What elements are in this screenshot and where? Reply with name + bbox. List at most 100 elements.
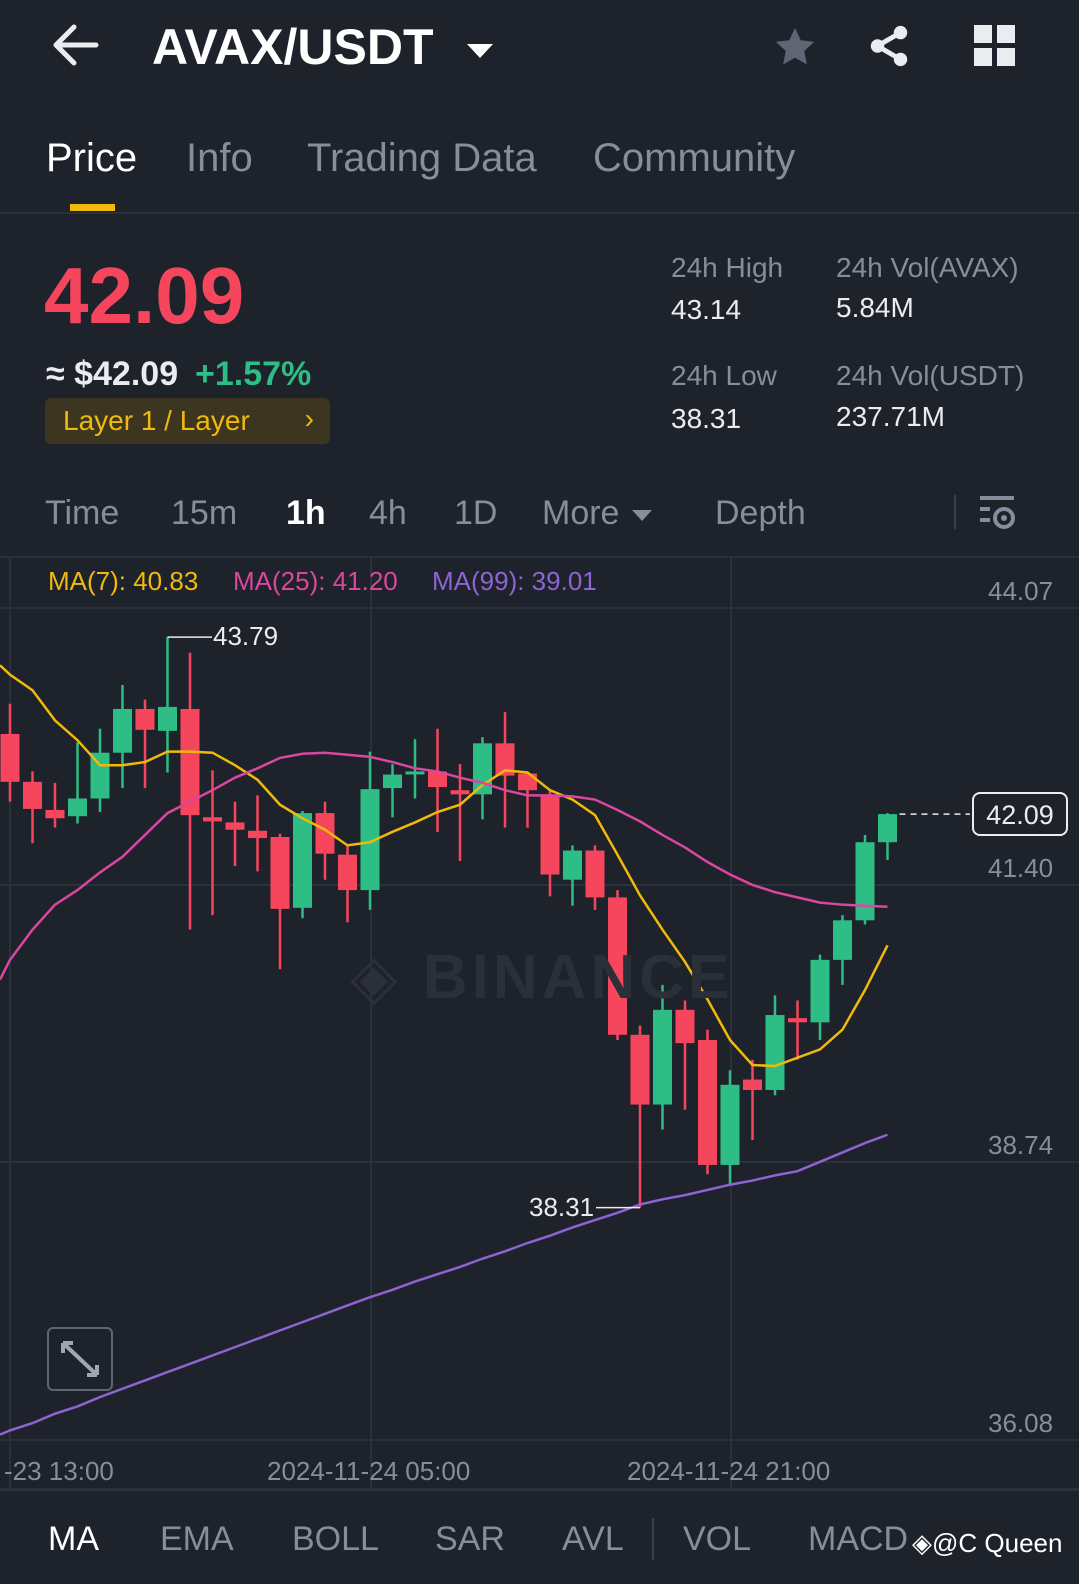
indicator-ema[interactable]: EMA bbox=[160, 1520, 234, 1559]
chevron-right-icon: › bbox=[304, 403, 314, 434]
y-tick: 41.40 bbox=[988, 853, 1054, 883]
candle-body bbox=[248, 830, 267, 839]
candle-body bbox=[338, 854, 357, 891]
ma99-legend: MA(99): 39.01 bbox=[432, 566, 597, 596]
interval-time[interactable]: Time bbox=[45, 494, 119, 533]
y-tick: 36.08 bbox=[988, 1408, 1054, 1438]
candle-body bbox=[68, 798, 87, 817]
x-tick: -23 13:00 bbox=[4, 1456, 114, 1486]
pair-title: AVAX/USDT bbox=[152, 19, 434, 75]
candle-body bbox=[675, 1009, 695, 1044]
category-tag-label: Layer 1 / Layer bbox=[63, 405, 250, 436]
candle-body bbox=[23, 781, 42, 809]
pair-selector[interactable]: AVAX/USDT bbox=[152, 18, 495, 76]
candle-body bbox=[225, 822, 245, 830]
active-tab-indicator bbox=[70, 204, 115, 211]
high-label: 24h High bbox=[671, 252, 784, 283]
candle-body bbox=[855, 842, 875, 921]
more-label: More bbox=[542, 494, 620, 532]
vol-quote-label: 24h Vol(USDT) bbox=[836, 360, 1025, 391]
candle-body bbox=[405, 771, 425, 775]
divider bbox=[0, 212, 1079, 214]
vol-base-value: 5.84M bbox=[836, 292, 914, 323]
usd-price: ≈ $42.09 bbox=[46, 355, 179, 393]
tab-info[interactable]: Info bbox=[186, 136, 253, 181]
expand-icon bbox=[61, 1341, 99, 1377]
category-tag[interactable]: Layer 1 / Layer › bbox=[45, 398, 330, 444]
candle-body bbox=[878, 814, 897, 843]
candle-body bbox=[788, 1018, 807, 1023]
candle-body bbox=[720, 1084, 740, 1165]
share-icon[interactable] bbox=[866, 22, 912, 70]
candle-body bbox=[450, 790, 470, 795]
candle-body bbox=[698, 1040, 717, 1165]
interval-15m[interactable]: 15m bbox=[171, 494, 237, 533]
caret-down-icon bbox=[632, 510, 653, 522]
candle-body bbox=[113, 708, 132, 753]
vol-quote-value: 237.71M bbox=[836, 401, 945, 432]
grid-menu-icon[interactable] bbox=[974, 25, 1016, 67]
interval-1d[interactable]: 1D bbox=[454, 494, 497, 533]
arrow-left-icon bbox=[53, 24, 99, 66]
x-tick: 2024-11-24 21:00 bbox=[627, 1456, 831, 1486]
candle-body bbox=[653, 1009, 672, 1105]
binance-watermark: ◈ BINANCE bbox=[350, 943, 734, 1012]
low-value: 38.31 bbox=[671, 403, 742, 434]
price-change: +1.57% bbox=[195, 355, 312, 393]
candle-body bbox=[833, 920, 852, 960]
ma99-line bbox=[0, 1133, 888, 1436]
candle-body bbox=[203, 817, 222, 822]
credit-watermark: ◈@C Queen bbox=[912, 1528, 1063, 1558]
candle-body bbox=[293, 813, 312, 908]
depth-tab[interactable]: Depth bbox=[715, 494, 806, 533]
y-tick: 38.74 bbox=[988, 1130, 1054, 1160]
indicator-boll[interactable]: BOLL bbox=[292, 1520, 379, 1559]
indicator-vol[interactable]: VOL bbox=[683, 1520, 751, 1559]
interval-4h[interactable]: 4h bbox=[369, 494, 407, 533]
x-tick: 2024-11-24 05:00 bbox=[267, 1456, 471, 1486]
candle-body bbox=[383, 774, 402, 789]
divider bbox=[652, 1518, 654, 1560]
vol-base-label: 24h Vol(AVAX) bbox=[836, 252, 1019, 283]
indicator-macd[interactable]: MACD bbox=[808, 1520, 908, 1559]
candle-body bbox=[563, 850, 582, 880]
indicator-sar[interactable]: SAR bbox=[435, 1520, 505, 1559]
low-marker-label: 38.31 bbox=[529, 1192, 595, 1222]
candle-body bbox=[135, 708, 155, 730]
candle-body bbox=[270, 837, 290, 909]
tab-price[interactable]: Price bbox=[46, 136, 137, 181]
last-price: 42.09 bbox=[44, 251, 245, 340]
candle-body bbox=[45, 809, 65, 819]
indicator-avl[interactable]: AVL bbox=[562, 1520, 624, 1559]
candle-body bbox=[540, 795, 560, 875]
star-icon[interactable] bbox=[772, 24, 818, 70]
ma7-legend: MA(7): 40.83 bbox=[48, 566, 199, 596]
tab-community[interactable]: Community bbox=[593, 136, 795, 181]
candle-body bbox=[0, 733, 20, 782]
interval-more[interactable]: More bbox=[542, 494, 653, 533]
candle-body bbox=[743, 1079, 762, 1090]
candle-body bbox=[630, 1034, 650, 1105]
divider bbox=[0, 1488, 1079, 1491]
indicator-ma[interactable]: MA bbox=[48, 1520, 99, 1559]
candle-body bbox=[473, 743, 492, 795]
interval-1h[interactable]: 1h bbox=[286, 494, 326, 533]
candle-body bbox=[810, 959, 830, 1023]
candlestick-chart[interactable] bbox=[0, 558, 1079, 1490]
caret-down-icon bbox=[467, 43, 494, 58]
fullscreen-button[interactable] bbox=[47, 1327, 113, 1391]
candle-body bbox=[158, 706, 177, 731]
candle-body bbox=[518, 773, 537, 791]
ma25-legend: MA(25): 41.20 bbox=[233, 566, 398, 596]
chart-settings-icon[interactable] bbox=[978, 494, 1018, 532]
high-value: 43.14 bbox=[671, 294, 742, 325]
candle-body bbox=[765, 1015, 785, 1090]
divider bbox=[954, 495, 956, 529]
low-label: 24h Low bbox=[671, 360, 777, 391]
last-price-label: 42.09 bbox=[972, 792, 1068, 836]
back-button[interactable] bbox=[50, 22, 100, 73]
candle-body bbox=[585, 850, 605, 898]
tab-trading-data[interactable]: Trading Data bbox=[307, 136, 537, 181]
y-tick: 44.07 bbox=[988, 576, 1054, 606]
high-marker-label: 43.79 bbox=[213, 621, 279, 651]
